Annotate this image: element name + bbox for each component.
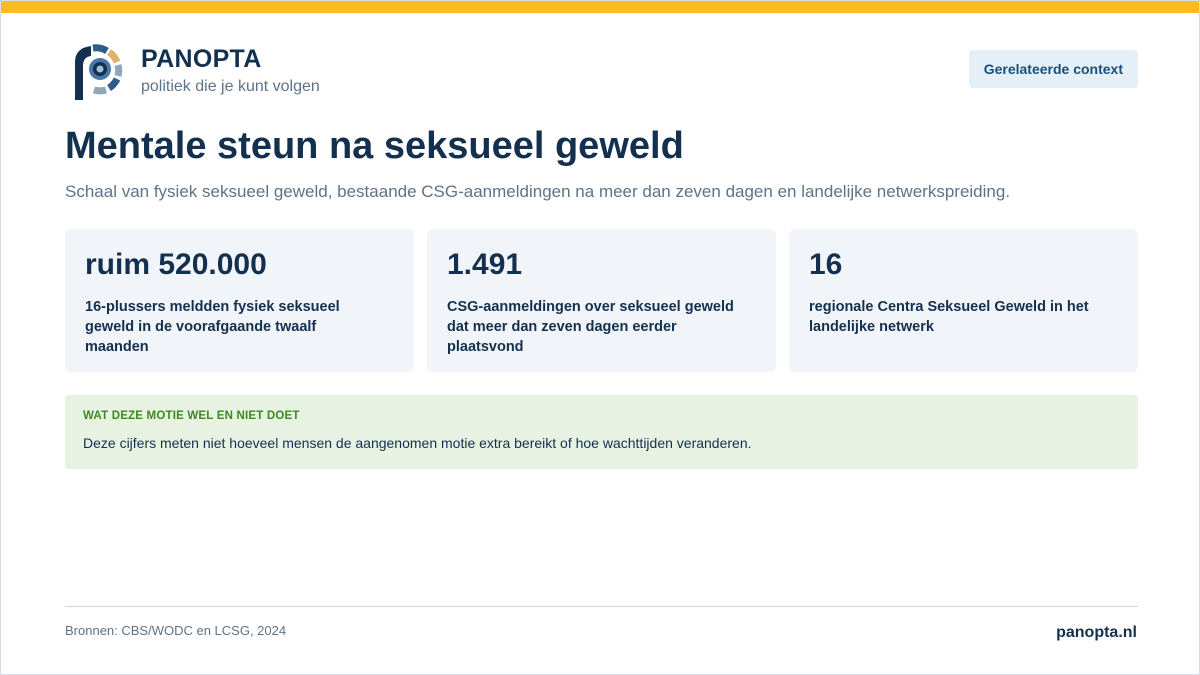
page-frame: PANOPTA politiek die je kunt volgen Gere… bbox=[0, 0, 1200, 675]
related-context-button[interactable]: Gerelateerde context bbox=[968, 50, 1138, 88]
stat-value: 16 bbox=[809, 248, 843, 281]
accent-top-bar bbox=[1, 1, 1199, 13]
stat-card: 1.491 CSG-aanmeldingen over seksueel gew… bbox=[427, 229, 776, 372]
header: PANOPTA politiek die je kunt volgen Gere… bbox=[65, 41, 1138, 103]
stat-card: ruim 520.000 16-plussers meldden fysiek … bbox=[65, 229, 414, 372]
stat-label: CSG-aanmeldingen over seksueel geweld da… bbox=[447, 299, 734, 355]
stat-value: 1.491 bbox=[447, 248, 523, 281]
brand-name: PANOPTA bbox=[141, 45, 262, 73]
stat-card: 16 regionale Centra Seksueel Geweld in h… bbox=[789, 229, 1138, 372]
stats-row: ruim 520.000 16-plussers meldden fysiek … bbox=[65, 229, 1138, 372]
stat-label: 16-plussers meldden fysiek seksueel gewe… bbox=[85, 299, 340, 355]
stat-value: ruim 520.000 bbox=[85, 248, 267, 281]
panopta-eye-logo-icon[interactable] bbox=[69, 42, 125, 102]
site-link[interactable]: panopta.nl bbox=[1056, 624, 1137, 642]
sources-text: Bronnen: CBS/WODC en LCSG, 2024 bbox=[65, 623, 287, 638]
stat-label: regionale Centra Seksueel Geweld in het … bbox=[809, 299, 1089, 335]
callout-heading: WAT DEZE MOTIE WEL EN NIET DOET bbox=[83, 410, 300, 422]
motion-scope-callout: WAT DEZE MOTIE WEL EN NIET DOET Deze cij… bbox=[65, 395, 1138, 469]
brand: PANOPTA politiek die je kunt volgen bbox=[141, 45, 320, 97]
page-subtitle: Schaal van fysiek seksueel geweld, besta… bbox=[65, 182, 1011, 201]
page-title: Mentale steun na seksueel geweld bbox=[65, 125, 684, 167]
footer-divider bbox=[65, 606, 1138, 607]
brand-tagline: politiek die je kunt volgen bbox=[141, 78, 320, 95]
callout-text: Deze cijfers meten niet hoeveel mensen d… bbox=[83, 435, 752, 451]
